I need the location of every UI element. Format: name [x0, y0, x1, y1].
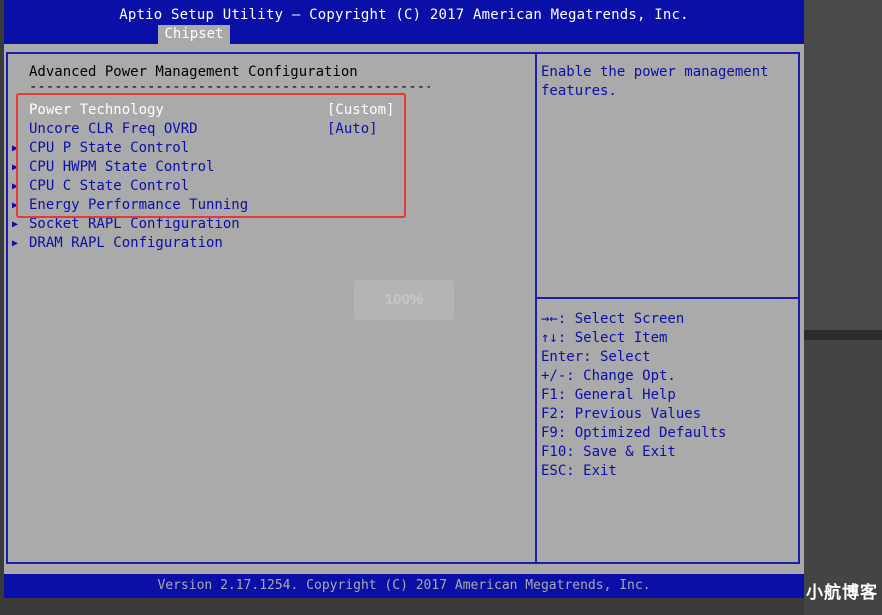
menu-item-label: DRAM RAPL Configuration [29, 235, 223, 251]
key-hint: +/-: Change Opt. [541, 368, 676, 384]
app-title: Aptio Setup Utility – Copyright (C) 2017… [119, 7, 689, 23]
key-hint: ESC: Exit [541, 463, 617, 479]
panel-divider-vertical [535, 52, 537, 564]
footer-version-text: Version 2.17.1254. Copyright (C) 2017 Am… [157, 578, 651, 593]
background-divider [804, 330, 882, 340]
section-title: Advanced Power Management Configuration [29, 64, 358, 80]
menu-item-dram-rapl-configuration[interactable]: ▶ DRAM RAPL Configuration [4, 234, 534, 253]
watermark-text: 小航博客 [806, 583, 878, 603]
key-hint: F1: General Help [541, 387, 676, 403]
background-panel-lower [804, 340, 882, 615]
key-hint: →←: Select Screen [541, 311, 685, 327]
panel-divider-horizontal [537, 297, 800, 299]
bios-screen: Aptio Setup Utility – Copyright (C) 2017… [4, 0, 804, 598]
key-hint: F10: Save & Exit [541, 444, 676, 460]
help-text: Enable the power management features. [541, 64, 769, 99]
key-hint: F9: Optimized Defaults [541, 425, 727, 441]
annotation-highlight-box [16, 93, 406, 218]
key-hint: Enter: Select [541, 349, 651, 365]
section-separator: ----------------------------------------… [29, 80, 430, 94]
tab-chipset[interactable]: Chipset [158, 25, 230, 44]
key-hint: F2: Previous Values [541, 406, 702, 422]
background-panel [804, 0, 882, 330]
title-bar: Aptio Setup Utility – Copyright (C) 2017… [4, 0, 804, 44]
key-hint: ↑↓: Select Item [541, 330, 668, 346]
footer-bar: Version 2.17.1254. Copyright (C) 2017 Am… [4, 574, 804, 598]
triangle-right-icon: ▶ [12, 238, 19, 249]
progress-indicator: 100% [354, 280, 454, 320]
